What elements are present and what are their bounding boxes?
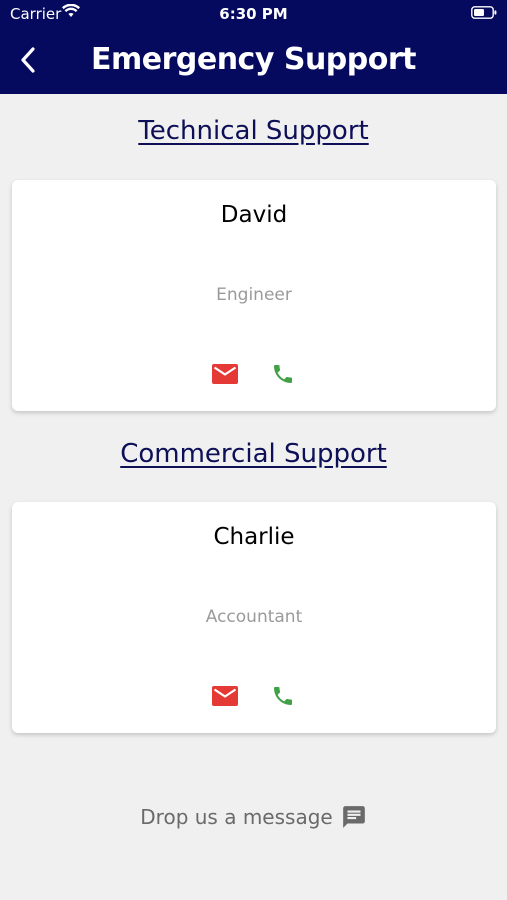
email-button[interactable] <box>211 682 239 710</box>
drop-message-label: Drop us a message <box>140 805 333 829</box>
contact-role: Accountant <box>205 607 303 627</box>
app-header: Carrier 6:30 PM Emergency Support <box>0 0 507 94</box>
mail-icon <box>212 364 238 384</box>
contact-name: David <box>220 202 288 228</box>
contact-card-technical: David Engineer <box>12 180 496 411</box>
call-button[interactable] <box>269 682 297 710</box>
call-button[interactable] <box>269 360 297 388</box>
contact-card-commercial: Charlie Accountant <box>12 502 496 733</box>
status-time: 6:30 PM <box>219 5 288 23</box>
phone-icon <box>274 365 292 383</box>
email-button[interactable] <box>211 360 239 388</box>
status-bar: Carrier 6:30 PM <box>0 0 507 28</box>
mail-icon <box>212 686 238 706</box>
chat-icon <box>342 806 365 828</box>
section-title-technical-support: Technical Support <box>138 116 369 146</box>
contact-name: Charlie <box>213 524 295 550</box>
drop-message-button[interactable]: Drop us a message <box>0 804 507 830</box>
phone-icon <box>274 687 292 705</box>
contact-role: Engineer <box>216 285 292 305</box>
section-title-commercial-support: Commercial Support <box>120 439 387 469</box>
page-title: Emergency Support <box>90 42 417 77</box>
battery-icon <box>471 6 497 19</box>
